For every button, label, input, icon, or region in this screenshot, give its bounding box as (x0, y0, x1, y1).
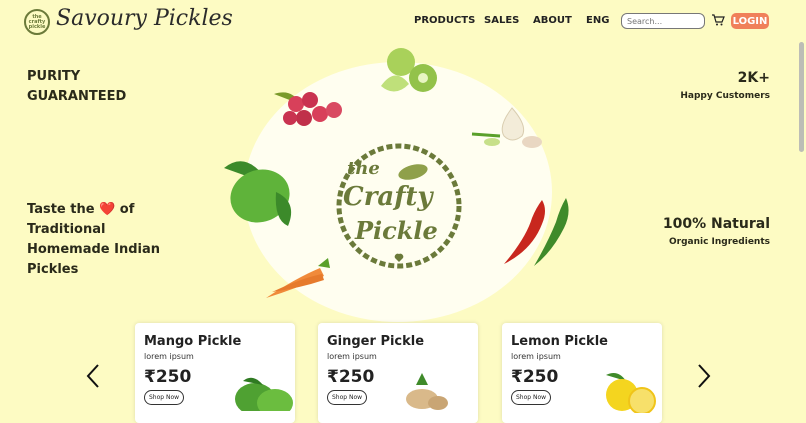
product-card-ginger[interactable]: Ginger Pickle lorem ipsum ₹250 Shop Now (318, 323, 478, 423)
product-desc: lorem ipsum (511, 352, 561, 361)
logo-badge[interactable]: the crafty pickle (24, 9, 50, 35)
mango-product-icon (235, 377, 293, 411)
cart-icon[interactable] (711, 13, 725, 27)
stat-customers-label: Happy Customers (680, 91, 770, 101)
garlic-icon (471, 107, 542, 148)
tagline-start: Taste the (27, 202, 95, 217)
shop-now-button[interactable]: Shop Now (144, 390, 184, 405)
login-button[interactable]: LOGIN (731, 13, 769, 29)
product-name: Lemon Pickle (511, 334, 608, 349)
product-name: Ginger Pickle (327, 334, 425, 349)
logo-text-pickle: Pickle (355, 216, 438, 245)
logo-badge-icon: the crafty pickle (28, 13, 46, 30)
heart-icon: ❤️ (99, 202, 116, 217)
carousel-prev-button[interactable] (84, 363, 102, 389)
stat-customers-value: 2K+ (737, 70, 770, 86)
logo-text-the: the (347, 158, 380, 179)
amla-icon (381, 48, 437, 92)
tagline-of: of (119, 202, 135, 217)
cherry-icon (274, 92, 342, 126)
product-price: ₹250 (511, 367, 559, 387)
carrot-icon (266, 258, 330, 298)
crafty-pickle-logo: the Crafty Pickle (333, 140, 465, 272)
nav-sales[interactable]: SALES (484, 15, 519, 26)
product-name: Mango Pickle (144, 334, 242, 349)
product-price: ₹250 (327, 367, 375, 387)
chilli-icon (504, 198, 569, 266)
stat-natural-label: Organic Ingredients (668, 237, 770, 247)
logo-text-crafty: Crafty (343, 182, 433, 212)
shop-now-button[interactable]: Shop Now (327, 390, 367, 405)
nav-about[interactable]: ABOUT (533, 15, 572, 26)
brand-name[interactable]: Savoury Pickles (56, 6, 233, 31)
nav-products[interactable]: PRODUCTS (414, 15, 475, 26)
stat-natural-value: 100% Natural (662, 216, 770, 232)
shop-now-button[interactable]: Shop Now (511, 390, 551, 405)
hero-tagline: Taste the ❤️ of Traditional Homemade Ind… (27, 200, 177, 280)
lemon-product-icon (606, 373, 656, 413)
purity-line-2: GUARANTEED (27, 89, 127, 104)
product-card-mango[interactable]: Mango Pickle lorem ipsum ₹250 Shop Now (135, 323, 295, 423)
purity-line-1: PURITY (27, 69, 81, 84)
nav-language[interactable]: ENG (586, 15, 609, 26)
product-desc: lorem ipsum (327, 352, 377, 361)
page-scrollbar[interactable] (799, 42, 804, 152)
mango-icon (224, 161, 292, 226)
product-card-lemon[interactable]: Lemon Pickle lorem ipsum ₹250 Shop Now (502, 323, 662, 423)
product-price: ₹250 (144, 367, 192, 387)
product-desc: lorem ipsum (144, 352, 194, 361)
tagline-rest: Traditional Homemade Indian Pickles (27, 222, 161, 277)
search-input[interactable] (621, 13, 705, 29)
ginger-product-icon (406, 373, 448, 410)
carousel-next-button[interactable] (695, 363, 713, 389)
